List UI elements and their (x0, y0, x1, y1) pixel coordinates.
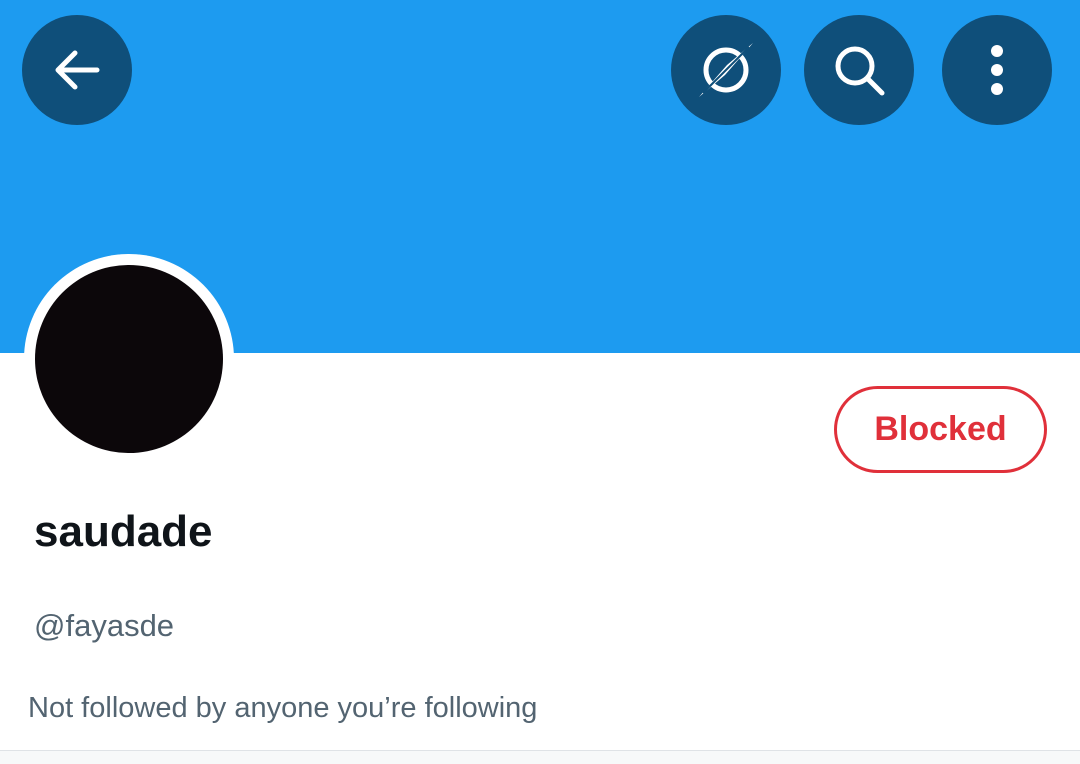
blocked-button[interactable]: Blocked (834, 386, 1047, 473)
search-button[interactable] (804, 15, 914, 125)
more-vertical-icon (991, 45, 1003, 95)
avatar-ring (24, 254, 234, 464)
back-button[interactable] (22, 15, 132, 125)
followers-you-know-note: Not followed by anyone you’re following (28, 692, 538, 724)
more-options-button[interactable] (942, 15, 1052, 125)
search-icon (835, 46, 885, 96)
user-handle: @fayasde (34, 608, 175, 643)
content-strip (0, 751, 1080, 764)
avatar[interactable] (35, 265, 223, 453)
explore-button[interactable] (671, 15, 781, 125)
display-name: saudade (34, 507, 213, 556)
arrow-left-icon (55, 50, 100, 90)
compass-icon (699, 43, 753, 97)
